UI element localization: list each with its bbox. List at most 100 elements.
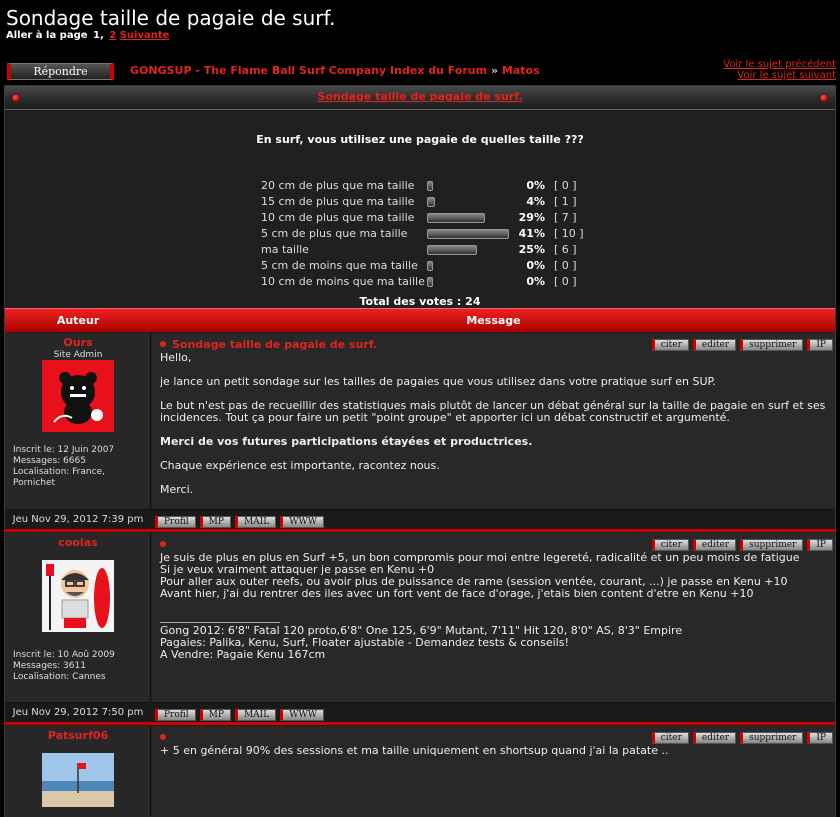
poll-bar xyxy=(427,261,433,271)
avatar xyxy=(42,360,114,432)
topic-navigation: Voir le sujet précédent Voir le sujet su… xyxy=(723,59,836,81)
poll-percent: 0% xyxy=(526,179,545,192)
profile-button[interactable]: Profil xyxy=(155,516,196,528)
user-location-city: Pornichet xyxy=(13,478,56,488)
author-column-header: Auteur xyxy=(56,314,100,327)
post-footer-actions: Profil MP MAIL WWW xyxy=(153,707,326,721)
post-paragraph: Merci de vos futures participations étay… xyxy=(160,435,533,448)
right-bullet-icon xyxy=(819,93,829,103)
post-author: Ours Site Admin Inscrit le: 12 Juin 2007… xyxy=(5,333,151,509)
user-info: Inscrit le: 10 Aoû 2009 Messages: 3611 L… xyxy=(13,650,115,683)
pm-button[interactable]: MP xyxy=(199,516,231,528)
poll-total: Total des votes : 24 xyxy=(359,295,481,308)
edit-button[interactable]: editer xyxy=(692,732,737,744)
avatar xyxy=(42,560,114,632)
pagination-page-2[interactable]: 2 xyxy=(109,30,116,41)
post-paragraph: je lance un petit sondage sur les taille… xyxy=(160,375,716,388)
ip-button[interactable]: IP xyxy=(807,732,833,744)
post-bullet-icon xyxy=(160,341,166,347)
poll-percent: 0% xyxy=(526,259,545,272)
poll-percent: 29% xyxy=(518,211,545,224)
delete-button[interactable]: supprimer xyxy=(740,539,804,551)
signature-divider xyxy=(160,622,280,623)
poll-vote-count: [ 6 ] xyxy=(554,243,577,256)
post-line: + 5 en général 90% des sessions et ma ta… xyxy=(160,744,669,757)
post: coolas Inscrit le: 10 Aoû 2009 Messages:… xyxy=(5,533,835,703)
quote-button[interactable]: citer xyxy=(651,339,689,351)
poll-bar xyxy=(427,213,485,223)
post-separator xyxy=(5,722,835,725)
username[interactable]: Ours xyxy=(5,336,151,349)
post-body: + 5 en général 90% des sessions et ma ta… xyxy=(160,745,832,757)
poll-vote-count: [ 0 ] xyxy=(554,179,577,192)
poll-bar xyxy=(427,229,509,239)
breadcrumb-category[interactable]: Matos xyxy=(502,64,540,77)
edit-button[interactable]: editer xyxy=(692,339,737,351)
post-message: Sondage taille de pagaie de surf. citer e… xyxy=(152,333,835,509)
post-paragraph: Chaque expérience est importante, racont… xyxy=(160,459,440,472)
www-button[interactable]: WWW xyxy=(280,516,324,528)
username[interactable]: coolas xyxy=(5,536,151,549)
poll-vote-count: [ 0 ] xyxy=(554,259,577,272)
topic-title-link[interactable]: Sondage taille de pagaie de surf. xyxy=(5,90,835,103)
user-joined: Inscrit le: 10 Aoû 2009 xyxy=(13,650,115,660)
poll-vote-count: [ 7 ] xyxy=(554,211,577,224)
ip-button[interactable]: IP xyxy=(807,539,833,551)
delete-button[interactable]: supprimer xyxy=(740,339,804,351)
post-date: Jeu Nov 29, 2012 7:50 pm xyxy=(12,707,144,718)
username[interactable]: Patsurf06 xyxy=(5,729,151,742)
pagination: Aller à la page 1, 2 Suivante xyxy=(6,30,169,41)
pagination-next[interactable]: Suivante xyxy=(120,30,170,41)
poll-vote-count: [ 0 ] xyxy=(554,275,577,288)
poll-bar xyxy=(427,245,477,255)
quote-button[interactable]: citer xyxy=(651,732,689,744)
edit-button[interactable]: editer xyxy=(692,539,737,551)
post-footer: Jeu Nov 29, 2012 7:50 pm Profil MP MAIL WWW xyxy=(5,702,835,722)
post-body: Je suis de plus en plus en Surf +5, un b… xyxy=(160,552,832,661)
quote-button[interactable]: citer xyxy=(651,539,689,551)
poll-question: En surf, vous utilisez une pagaie de que… xyxy=(256,133,584,146)
post-separator xyxy=(5,529,835,532)
user-location: Localisation: France, xyxy=(13,467,105,477)
ip-button[interactable]: IP xyxy=(807,339,833,351)
post-footer-actions: Profil MP MAIL WWW xyxy=(153,514,326,528)
topic-panel: Sondage taille de pagaie de surf. En sur… xyxy=(4,85,836,817)
poll-option-label: 5 cm de plus que ma taille xyxy=(261,227,408,240)
post-line: Avant hier, j'ai du rentrer des iles ave… xyxy=(160,587,754,600)
delete-button[interactable]: supprimer xyxy=(740,732,804,744)
user-info: Inscrit le: 12 Juin 2007 Messages: 6665 … xyxy=(13,445,114,489)
post-subject: Sondage taille de pagaie de surf. xyxy=(160,338,377,351)
breadcrumb-separator: » xyxy=(490,64,499,77)
prev-topic-link[interactable]: Voir le sujet précédent xyxy=(723,59,836,70)
post-paragraph: Hello, xyxy=(160,351,192,364)
www-button[interactable]: WWW xyxy=(280,709,324,721)
poll-option: ma taille 25% [ 6 ] xyxy=(261,242,601,258)
poll-percent: 41% xyxy=(518,227,545,240)
reply-button[interactable]: Répondre xyxy=(7,63,114,80)
post-author: Patsurf06 xyxy=(5,726,151,817)
avatar xyxy=(42,753,114,807)
user-post-count: Messages: 6665 xyxy=(13,456,86,466)
poll-option: 10 cm de moins que ma taille 0% [ 0 ] xyxy=(261,274,601,290)
pm-button[interactable]: MP xyxy=(199,709,231,721)
poll-percent: 4% xyxy=(526,195,545,208)
poll-bar xyxy=(427,181,433,191)
poll-option: 10 cm de plus que ma taille 29% [ 7 ] xyxy=(261,210,601,226)
poll-option-label: ma taille xyxy=(261,243,309,256)
user-rank: Site Admin xyxy=(53,350,103,360)
signature-line: A Vendre: Pagaie Kenu 167cm xyxy=(160,648,326,661)
mail-button[interactable]: MAIL xyxy=(234,709,277,721)
poll-option-label: 20 cm de plus que ma taille xyxy=(261,179,415,192)
mail-button[interactable]: MAIL xyxy=(234,516,277,528)
post-actions: citer editer supprimer IP xyxy=(648,337,833,351)
pagination-prefix: Aller à la page xyxy=(6,30,88,41)
breadcrumb-forum-index[interactable]: GONGSUP - The Flame Ball Surf Company In… xyxy=(130,64,487,77)
breadcrumb: GONGSUP - The Flame Ball Surf Company In… xyxy=(130,64,540,77)
profile-button[interactable]: Profil xyxy=(155,709,196,721)
poll-option: 5 cm de moins que ma taille 0% [ 0 ] xyxy=(261,258,601,274)
next-topic-link[interactable]: Voir le sujet suivant xyxy=(737,70,836,81)
post-subject xyxy=(160,731,172,744)
user-post-count: Messages: 3611 xyxy=(13,661,86,671)
poll-option: 20 cm de plus que ma taille 0% [ 0 ] xyxy=(261,178,601,194)
user-joined: Inscrit le: 12 Juin 2007 xyxy=(13,445,115,455)
